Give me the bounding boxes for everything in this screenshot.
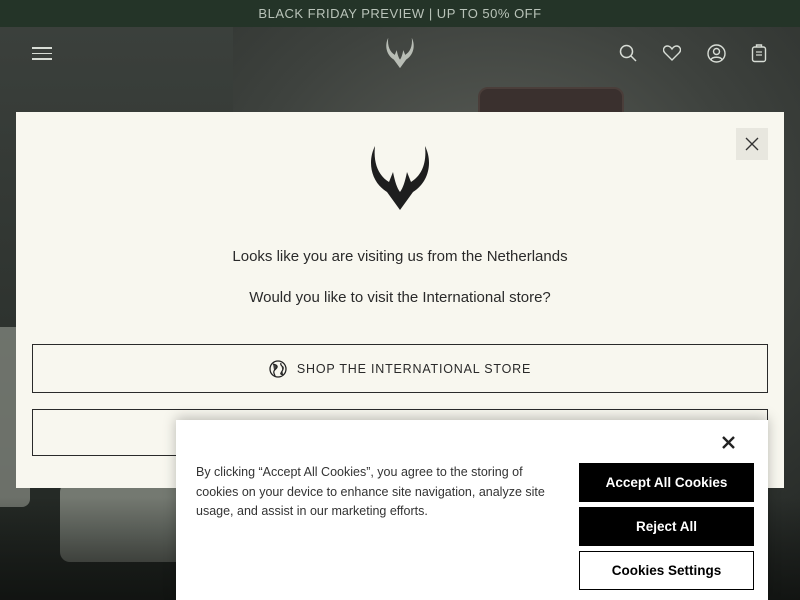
site-header [0, 27, 800, 80]
cookie-close-button[interactable] [718, 432, 738, 452]
heart-icon[interactable] [661, 42, 683, 64]
logo-icon [367, 142, 433, 214]
reject-all-button[interactable]: Reject All [579, 507, 754, 546]
modal-close-button[interactable] [736, 128, 768, 160]
shop-international-store-button[interactable]: SHOP THE INTERNATIONAL STORE [32, 344, 768, 393]
promo-bar[interactable]: BLACK FRIDAY PREVIEW | UP TO 50% OFF [0, 0, 800, 27]
cookies-settings-button[interactable]: Cookies Settings [579, 551, 754, 590]
close-icon [745, 137, 759, 151]
bag-icon[interactable] [748, 42, 770, 64]
logo-icon[interactable] [384, 36, 416, 70]
shop-button-label: SHOP THE INTERNATIONAL STORE [296, 361, 532, 376]
cookie-consent-banner: By clicking “Accept All Cookies”, you ag… [176, 420, 768, 600]
close-icon [721, 435, 735, 449]
cookie-policy-text: By clicking “Accept All Cookies”, you ag… [196, 465, 545, 518]
promo-text[interactable]: BLACK FRIDAY PREVIEW | UP TO 50% OFF [258, 6, 541, 21]
store-question: Would you like to visit the Internationa… [249, 289, 551, 306]
accept-all-cookies-button[interactable]: Accept All Cookies [579, 463, 754, 502]
menu-icon[interactable] [32, 47, 52, 60]
account-icon[interactable] [705, 42, 727, 64]
location-message: Looks like you are visiting us from the … [232, 248, 568, 265]
search-icon[interactable] [617, 42, 639, 64]
globe-icon [269, 359, 287, 378]
